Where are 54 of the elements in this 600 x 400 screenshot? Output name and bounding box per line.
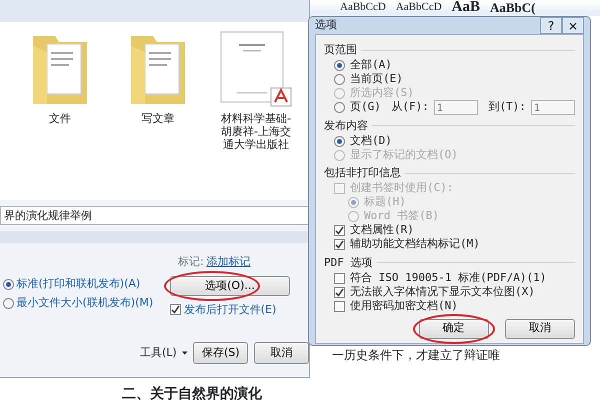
range-label: 从(F): bbox=[391, 99, 429, 116]
style-preview[interactable]: AaBbCcD bbox=[340, 0, 386, 15]
help-button[interactable]: ? bbox=[540, 17, 562, 34]
option-label[interactable]: 无法嵌入字体情况下显示文本位图(X) bbox=[350, 284, 535, 300]
radio-button[interactable] bbox=[334, 60, 345, 71]
option-label[interactable]: 文档(D) bbox=[350, 132, 392, 150]
dialog-button[interactable]: 确定 bbox=[418, 318, 488, 338]
style-preview[interactable]: AaBbC( bbox=[490, 0, 536, 15]
checkbox-label[interactable]: 发布后打开文件(E) bbox=[184, 302, 276, 318]
checkbox[interactable] bbox=[334, 300, 345, 312]
tags-label: 标记: bbox=[178, 254, 204, 270]
dialog-title: 选项 bbox=[315, 17, 337, 34]
checkbox[interactable] bbox=[170, 304, 181, 316]
section-title: 页范围 bbox=[324, 42, 357, 58]
document-text: 一历史条件下，才建立了辩证唯 bbox=[332, 347, 500, 364]
caret-icon bbox=[182, 351, 188, 355]
pdf-file-icon[interactable] bbox=[219, 30, 293, 108]
dialog-button[interactable]: 取消 bbox=[254, 342, 309, 364]
section-title: 包括非打印信息 bbox=[324, 165, 401, 181]
page-from-field[interactable]: 1 bbox=[434, 100, 478, 115]
option-label[interactable]: 使用密码加密文档(N) bbox=[350, 298, 458, 314]
option-label[interactable]: 标准(打印和联机发布)(A) bbox=[16, 276, 156, 292]
add-tags-link[interactable]: 添加标记 bbox=[206, 254, 250, 270]
checkbox[interactable] bbox=[334, 286, 345, 298]
radio-button[interactable] bbox=[334, 136, 345, 146]
style-preview[interactable]: AaBbCcD bbox=[396, 0, 442, 15]
file-name: 文件 bbox=[48, 112, 72, 125]
option-label[interactable]: 页(G) bbox=[350, 99, 381, 116]
file-name: 材料科学基础-胡赓祥-上海交通大学出版社 bbox=[220, 112, 292, 151]
option-label[interactable]: 最小文件大小(联机发布)(M) bbox=[16, 295, 156, 312]
radio-button[interactable] bbox=[334, 102, 345, 113]
dialog-button[interactable]: 保存(S) bbox=[193, 342, 248, 364]
option-label[interactable]: 辅助功能文档结构标记(M) bbox=[350, 236, 480, 253]
file-name: 写文章 bbox=[140, 112, 176, 125]
style-preview[interactable]: AaB bbox=[452, 0, 480, 15]
checkbox[interactable] bbox=[334, 225, 345, 236]
radio-button[interactable] bbox=[2, 298, 14, 309]
radio-button[interactable] bbox=[334, 74, 345, 85]
options-button[interactable]: 选项(O)... bbox=[170, 276, 290, 296]
option-label[interactable]: 当前页(E) bbox=[350, 71, 403, 88]
option-label[interactable]: 全部(A) bbox=[350, 57, 392, 74]
dialog-button[interactable]: 取消 bbox=[505, 318, 575, 338]
tools-menu[interactable]: 工具(L) bbox=[140, 344, 177, 362]
option-label[interactable]: 符合 ISO 19005-1 标准(PDF/A)(1) bbox=[350, 270, 546, 286]
radio-button[interactable] bbox=[2, 278, 14, 290]
file-name-field[interactable]: 界的演化规律举例 bbox=[0, 206, 309, 225]
option-label[interactable]: 文档属性(R) bbox=[350, 222, 414, 239]
close-button[interactable]: × bbox=[562, 17, 584, 34]
section-title: 发布内容 bbox=[324, 118, 368, 134]
checkbox[interactable] bbox=[334, 239, 345, 250]
page-to-field[interactable]: 1 bbox=[530, 100, 575, 115]
range-label: 到(T): bbox=[488, 99, 526, 116]
checkbox[interactable] bbox=[334, 272, 345, 284]
section-title: PDF 选项 bbox=[324, 254, 372, 270]
